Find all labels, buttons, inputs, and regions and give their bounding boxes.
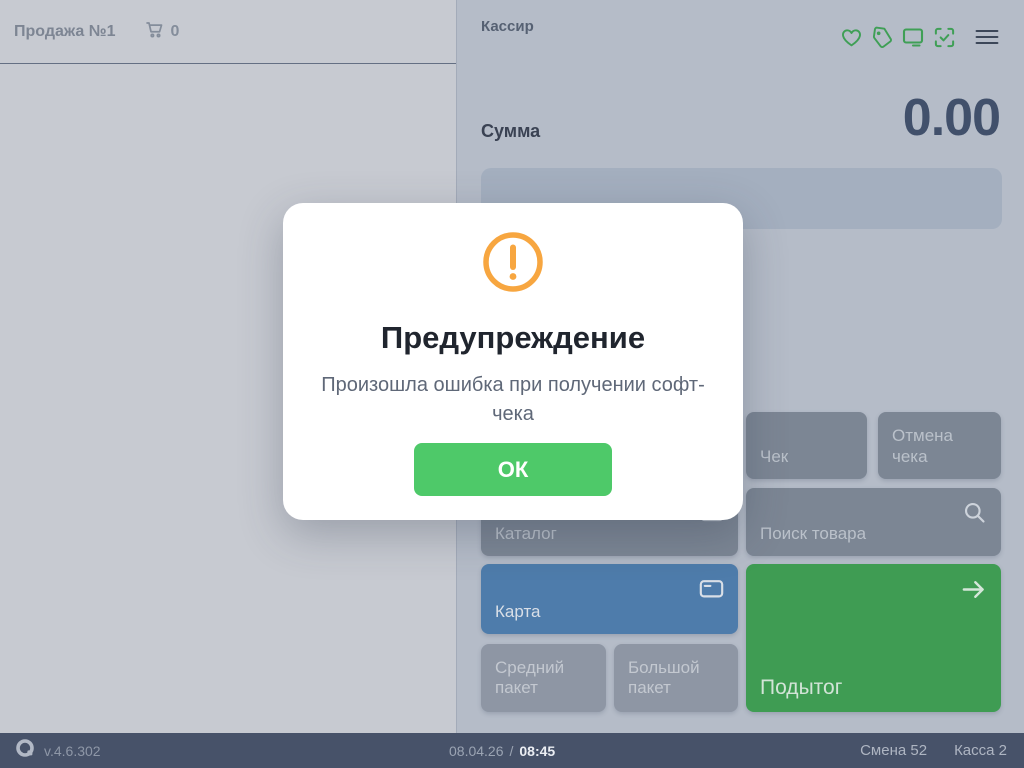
search-icon	[961, 499, 988, 531]
cart-counter: 0	[144, 19, 180, 45]
sale-title: Продажа №1	[14, 23, 116, 41]
subtotal-button[interactable]: Подытог	[746, 564, 1001, 712]
pos-screen: Продажа №1 0 Кассир	[0, 0, 1024, 768]
bank-card-icon	[698, 575, 725, 607]
display-icon[interactable]	[901, 25, 925, 49]
datetime: 08.04.26 / 08:45	[449, 733, 555, 768]
sum-value: 0.00	[903, 92, 1000, 144]
app-logo	[14, 737, 36, 764]
version-label: v.4.6.302	[44, 743, 101, 759]
search-product-button[interactable]: Поиск товара	[746, 488, 1001, 556]
scan-check-icon[interactable]	[932, 25, 956, 49]
cart-count: 0	[171, 23, 180, 41]
cashier-label: Кассир	[481, 18, 534, 35]
subtotal-button-label: Подытог	[760, 675, 842, 700]
catalog-button-label: Каталог	[495, 524, 557, 544]
dialog-message: Произошла ошибка при получении софт-чека	[316, 371, 711, 429]
shift-label: Смена 52	[860, 742, 927, 759]
warning-dialog: Предупреждение Произошла ошибка при полу…	[283, 203, 743, 520]
cart-icon	[144, 19, 165, 45]
status-bar-right: Смена 52 Касса 2	[860, 733, 1007, 768]
check-button-label: Чек	[760, 447, 788, 467]
time-label: 08:45	[519, 743, 555, 759]
card-payment-button-label: Карта	[495, 602, 541, 622]
status-bar: v.4.6.302 08.04.26 / 08:45 Смена 52 Касс…	[0, 733, 1024, 768]
tag-icon[interactable]	[870, 25, 894, 49]
menu-icon[interactable]	[975, 25, 999, 49]
cancel-check-button[interactable]: Отмена чека	[878, 412, 1001, 479]
card-payment-button[interactable]: Карта	[481, 564, 738, 634]
check-button[interactable]: Чек	[746, 412, 867, 479]
big-bag-button-label: Большой пакет	[628, 658, 724, 699]
arrow-right-icon	[959, 575, 988, 610]
big-bag-button[interactable]: Большой пакет	[614, 644, 738, 712]
register-label: Касса 2	[954, 742, 1007, 759]
status-bar-left: v.4.6.302	[14, 733, 101, 768]
dialog-title: Предупреждение	[381, 320, 645, 356]
medium-bag-button[interactable]: Средний пакет	[481, 644, 606, 712]
sum-label: Сумма	[481, 121, 540, 142]
datetime-separator: /	[510, 743, 514, 759]
warning-icon	[480, 229, 546, 300]
sale-tab[interactable]: Продажа №1 0	[0, 0, 456, 64]
search-product-button-label: Поиск товара	[760, 524, 866, 544]
heart-icon[interactable]	[839, 25, 863, 49]
date-label: 08.04.26	[449, 743, 504, 759]
ok-button[interactable]: ОК	[414, 443, 612, 496]
header-toolbar	[839, 25, 999, 49]
medium-bag-button-label: Средний пакет	[495, 658, 592, 699]
cancel-check-button-label: Отмена чека	[892, 426, 987, 467]
